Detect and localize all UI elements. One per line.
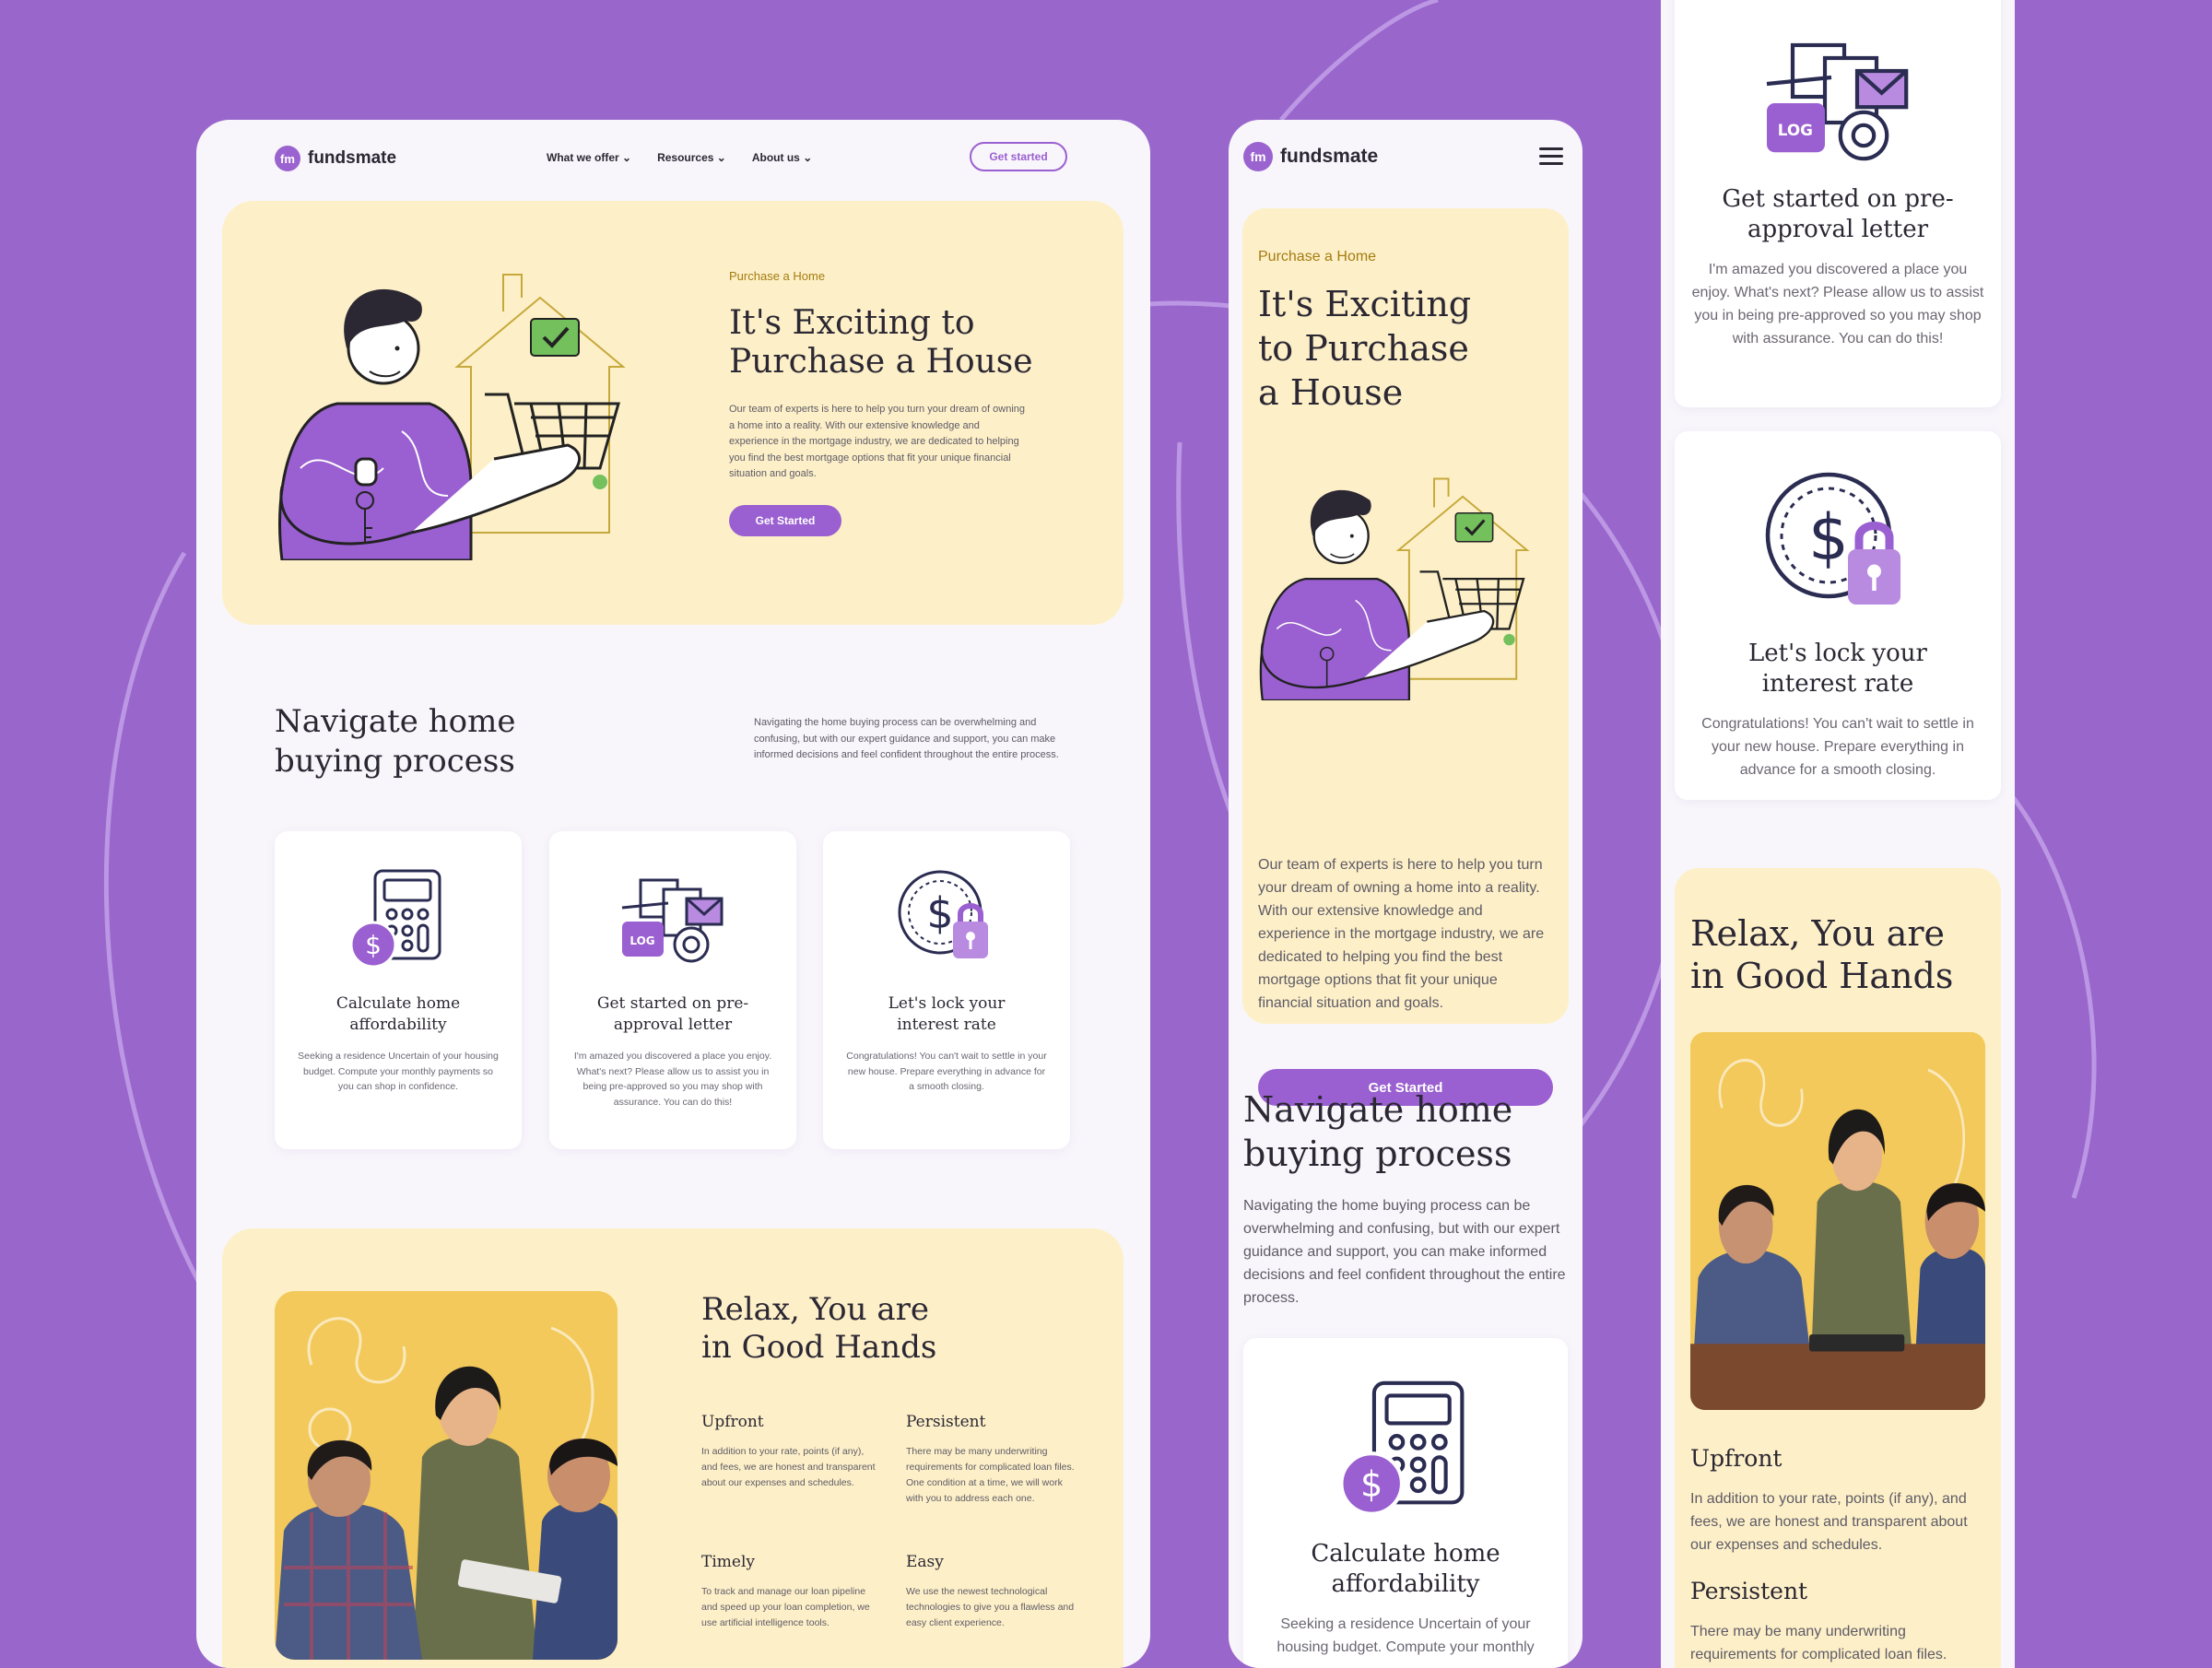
chevron-down-icon: ⌄ [622,151,632,164]
card-body: Congratulations! You can't wait to settl… [1701,716,1974,778]
desktop-relax-section: Relax, You are in Good Hands Upfront In … [222,1228,1124,1668]
documents-icon: LOG [621,878,724,963]
mobile-card-affordability[interactable]: $ Calculate home affordability Seeking a… [1243,1338,1568,1668]
logo-wordmark: fundsmate [1280,146,1379,167]
feature-upfront: Upfront In addition to your rate, points… [701,1413,877,1491]
feature-title: Upfront [701,1413,764,1431]
hero-eyebrow: Purchase a Home [729,269,826,283]
feature-body: There may be many underwriting requireme… [906,1446,1075,1504]
svg-text:$: $ [1808,501,1849,575]
desktop-card-pre-approval[interactable]: LOG Get started on pre-approval letter I… [549,831,796,1149]
desktop-nav: What we offer ⌄ Resources ⌄ About us ⌄ [547,151,812,164]
mobile-relax-section: Relax, You are in Good Hands Upfront In … [1675,868,2001,1668]
nav-item-resources[interactable]: Resources ⌄ [657,151,726,164]
desktop-card-affordability[interactable]: $ Calculate home affordability Seeking a… [275,831,522,1149]
navigate-title: Navigate home buying process [1243,1089,1513,1174]
desktop-frame: fm fundsmate What we offer ⌄ Resources ⌄… [196,120,1150,1668]
logo-mark: fm [1243,142,1273,171]
logo-wordmark: fundsmate [308,148,397,168]
desktop-logo[interactable]: fm fundsmate [275,146,396,171]
documents-icon: LOG [1766,42,1909,161]
feature-body: In addition to your rate, points (if any… [701,1446,876,1488]
card-title: Let's lock your interest rate [1748,640,1927,698]
mobile-card-pre-approval[interactable]: LOG Get started on pre-approval letter I… [1675,0,2001,407]
feature-body: To track and manage our loan pipeline an… [701,1586,870,1628]
navigate-body: Navigating the home buying process can b… [1243,1198,1566,1306]
navigate-body: Navigating the home buying process can b… [754,717,1059,760]
dollar-lock-icon: $ [898,870,988,958]
card-body: I'm amazed you discovered a place you en… [1691,262,1984,347]
mobile-card-interest-rate[interactable]: $ Let's lock your interest rate Congratu… [1675,431,2001,800]
team-photo [275,1291,618,1660]
nav-item-what-we-offer[interactable]: What we offer ⌄ [547,151,631,164]
mobile-frame-2: LOG Get started on pre-approval letter I… [1661,0,2015,1668]
calculator-icon: $ [349,869,441,968]
team-photo [1690,1032,1985,1410]
card-body: I'm amazed you discovered a place you en… [573,1051,772,1108]
feature-title-persistent: Persistent [1690,1578,1808,1604]
feature-body: We use the newest technological technolo… [906,1586,1075,1628]
card-body: Congratulations! You can't wait to settl… [846,1051,1047,1092]
card-title: Get started on pre-approval letter [1722,185,1954,243]
feature-title: Easy [906,1553,944,1571]
card-title: Calculate home affordability [335,994,461,1034]
mobile-logo[interactable]: fm fundsmate [1243,142,1378,171]
nav-get-started-button[interactable]: Get started [970,142,1067,171]
hero-get-started-button[interactable]: Get Started [729,505,841,536]
card-title: Calculate home affordability [1311,1540,1500,1598]
relax-title: Relax, You are in Good Hands [1690,913,1954,996]
hero-body: Our team of experts is here to help you … [1258,857,1545,1011]
hero-eyebrow: Purchase a Home [1258,249,1377,264]
feature-body-persistent: There may be many underwriting requireme… [1690,1624,1947,1662]
mobile-frame: fm fundsmate Purchase a Home It's Exciti… [1229,120,1583,1668]
svg-text:$: $ [365,930,382,960]
card-title: Get started on pre-approval letter [596,994,749,1034]
hero-illustration [278,274,626,560]
hero-title: It's Exciting to Purchase a House [1258,284,1472,413]
chevron-down-icon: ⌄ [803,151,813,164]
hero-body: Our team of experts is here to help you … [729,404,1025,479]
feature-persistent: Persistent There may be many underwritin… [906,1413,1081,1507]
navigate-title: Navigate home buying process [275,703,516,780]
hamburger-menu-icon[interactable] [1539,147,1563,166]
svg-text:LOG: LOG [1778,121,1813,139]
team-photo-illustration [275,1291,618,1660]
card-body: Seeking a residence Uncertain of your ho… [1277,1616,1535,1655]
feature-body-upfront: In addition to your rate, points (if any… [1690,1491,1968,1553]
hero-illustration [1259,477,1530,700]
calculator-icon: $ [1339,1380,1465,1515]
team-photo-illustration [1690,1032,1985,1410]
desktop-card-interest-rate[interactable]: $ Let's lock your interest rate Congratu… [823,831,1070,1149]
feature-title: Persistent [906,1413,986,1431]
desktop-hero: Purchase a Home It's Exciting to Purchas… [222,201,1124,625]
card-title: Let's lock your interest rate [888,994,1006,1034]
card-body: Seeking a residence Uncertain of your ho… [298,1051,499,1092]
nav-item-about-us[interactable]: About us ⌄ [752,151,812,164]
feature-timely: Timely To track and manage our loan pipe… [701,1553,877,1631]
dollar-lock-icon: $ [1765,472,1900,605]
relax-title: Relax, You are in Good Hands [701,1291,937,1366]
hero-title: It's Exciting to Purchase a House [729,304,1033,381]
feature-title-upfront: Upfront [1690,1445,1783,1472]
svg-text:$: $ [1360,1465,1382,1506]
chevron-down-icon: ⌄ [716,151,726,164]
feature-title: Timely [701,1553,755,1571]
svg-text:LOG: LOG [629,934,654,947]
mobile-hero: Purchase a Home It's Exciting to Purchas… [1242,208,1569,1106]
logo-mark: fm [275,146,300,171]
feature-easy: Easy We use the newest technological tec… [906,1553,1081,1631]
svg-text:$: $ [926,888,953,938]
